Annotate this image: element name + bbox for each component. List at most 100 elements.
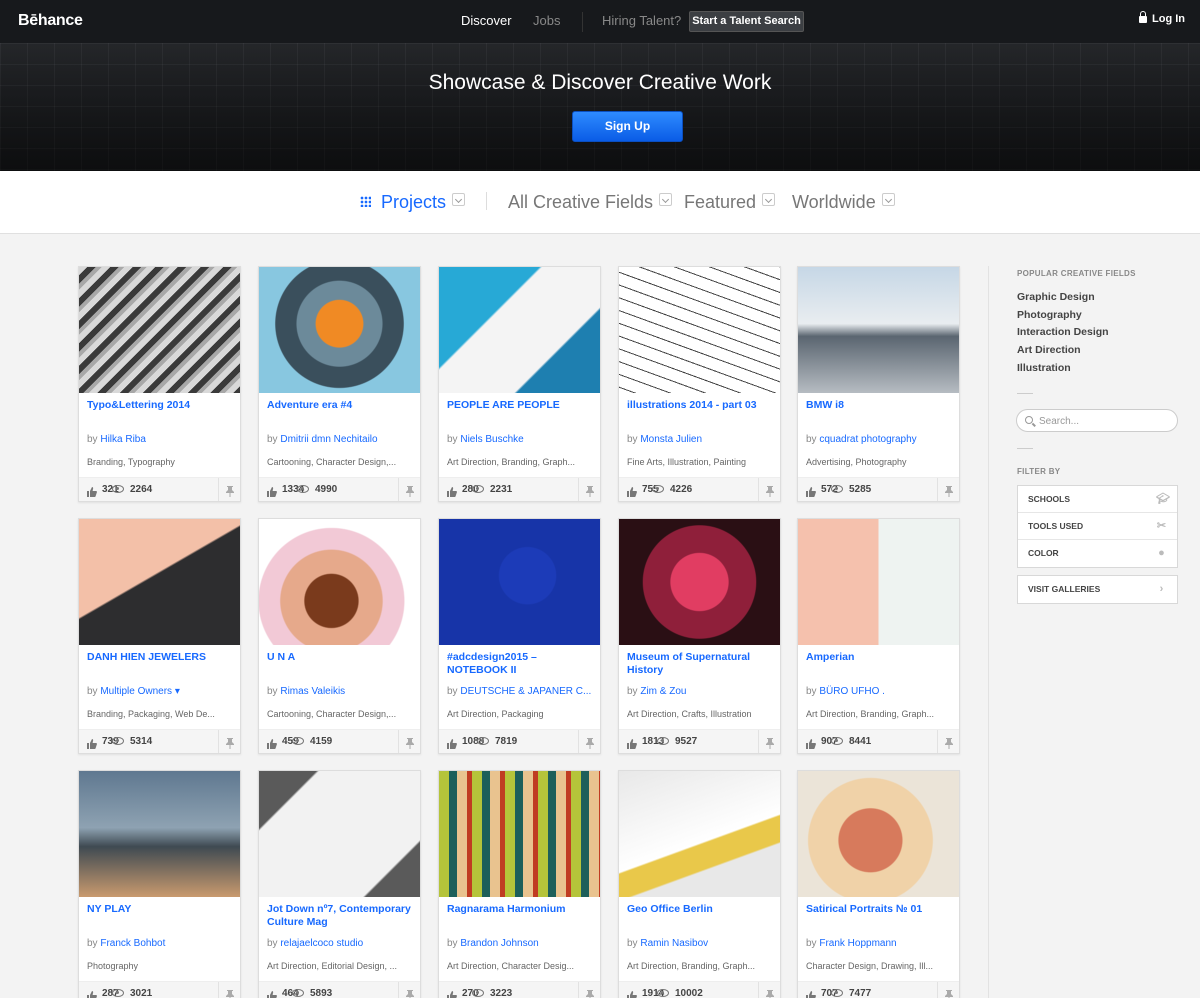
project-card[interactable]: DANH HIEN JEWELERS by Multiple Owners ▾ Br… xyxy=(78,518,241,754)
project-card[interactable]: Museum of Supernatural History by Zim & Z… xyxy=(618,518,781,754)
owner-link[interactable]: Rimas Valeikis xyxy=(280,686,345,697)
project-thumbnail[interactable] xyxy=(439,771,600,897)
add-to-collection-button[interactable] xyxy=(578,478,600,501)
view-count: 4159 xyxy=(310,736,333,747)
project-title[interactable]: DANH HIEN JEWELERS xyxy=(87,651,233,664)
project-thumbnail[interactable] xyxy=(79,771,240,897)
owner-link[interactable]: Hilka Riba xyxy=(100,434,146,445)
project-thumbnail[interactable] xyxy=(798,267,959,393)
filter-tools-used[interactable]: TOOLS USED ✂ xyxy=(1018,513,1177,540)
owner-link[interactable]: Dmitrii dmn Nechitailo xyxy=(280,434,377,445)
project-title[interactable]: U N A xyxy=(267,651,413,664)
project-title[interactable]: BMW i8 xyxy=(806,399,952,412)
owner-link[interactable]: cquadrat photography xyxy=(819,434,916,445)
project-card[interactable]: U N A by Rimas Valeikis Cartooning, Charac… xyxy=(258,518,421,754)
filter-featured[interactable]: Featured xyxy=(684,192,776,213)
sidebar-item-graphic-design[interactable]: Graphic Design xyxy=(1017,291,1095,303)
project-card[interactable]: illustrations 2014 - part 03 by Monsta Ju… xyxy=(618,266,781,502)
owner-link[interactable]: Zim & Zou xyxy=(640,686,686,697)
sidebar-search[interactable] xyxy=(1016,409,1178,432)
project-title[interactable]: Satirical Portraits № 01 xyxy=(806,903,952,916)
pin-icon xyxy=(226,736,234,749)
project-thumbnail[interactable] xyxy=(259,519,420,645)
add-to-collection-button[interactable] xyxy=(758,478,780,501)
project-thumbnail[interactable] xyxy=(619,771,780,897)
project-title[interactable]: Adventure era #4 xyxy=(267,399,413,412)
project-thumbnail[interactable] xyxy=(619,519,780,645)
project-card[interactable]: Amperian by BÜRO UFHO . Art Direction, Bra… xyxy=(797,518,960,754)
add-to-collection-button[interactable] xyxy=(758,982,780,998)
project-thumbnail[interactable] xyxy=(259,771,420,897)
add-to-collection-button[interactable] xyxy=(937,730,959,753)
project-title[interactable]: Jot Down nº7, Contemporary Culture Mag xyxy=(267,903,413,929)
owner-link[interactable]: Franck Bohbot xyxy=(100,938,165,949)
add-to-collection-button[interactable] xyxy=(398,478,420,501)
signup-button[interactable]: Sign Up xyxy=(572,111,683,142)
project-card[interactable]: BMW i8 by cquadrat photography Advertising… xyxy=(797,266,960,502)
add-to-collection-button[interactable] xyxy=(758,730,780,753)
chevron-down-icon[interactable]: ▾ xyxy=(172,686,180,697)
project-title[interactable]: illustrations 2014 - part 03 xyxy=(627,399,773,412)
behance-logo[interactable]: Bēhance xyxy=(18,12,83,30)
project-thumbnail[interactable] xyxy=(439,267,600,393)
project-title[interactable]: Geo Office Berlin xyxy=(627,903,773,916)
pin-icon xyxy=(945,988,953,998)
visit-galleries-button[interactable]: VISIT GALLERIES › xyxy=(1018,576,1177,603)
owner-link[interactable]: relajaelcoco studio xyxy=(280,938,363,949)
owner-link[interactable]: Brandon Johnson xyxy=(460,938,538,949)
add-to-collection-button[interactable] xyxy=(578,730,600,753)
add-to-collection-button[interactable] xyxy=(578,982,600,998)
project-title[interactable]: Amperian xyxy=(806,651,952,664)
sidebar-item-illustration[interactable]: Illustration xyxy=(1017,362,1071,374)
filter-location[interactable]: Worldwide xyxy=(792,192,895,213)
project-card[interactable]: Typo&Lettering 2014 by Hilka Riba Branding… xyxy=(78,266,241,502)
sidebar-item-interaction-design[interactable]: Interaction Design xyxy=(1017,326,1109,338)
owner-link[interactable]: Ramin Nasibov xyxy=(640,938,708,949)
owner-link[interactable]: Niels Buschke xyxy=(460,434,523,445)
sidebar-item-art-direction[interactable]: Art Direction xyxy=(1017,344,1081,356)
filter-schools[interactable]: SCHOOLS 🎓︎ xyxy=(1018,486,1177,513)
owner-link[interactable]: DEUTSCHE & JAPANER C... xyxy=(460,686,591,697)
project-title[interactable]: Typo&Lettering 2014 xyxy=(87,399,233,412)
filter-creative-fields[interactable]: All Creative Fields xyxy=(508,192,673,213)
project-card[interactable]: PEOPLE ARE PEOPLE by Niels Buschke Art Dir… xyxy=(438,266,601,502)
filter-color[interactable]: COLOR ● xyxy=(1018,540,1177,567)
add-to-collection-button[interactable] xyxy=(218,730,240,753)
nav-jobs[interactable]: Jobs xyxy=(533,13,560,28)
add-to-collection-button[interactable] xyxy=(937,982,959,998)
owner-link[interactable]: Multiple Owners xyxy=(100,686,172,697)
project-title[interactable]: NY PLAY xyxy=(87,903,233,916)
talent-search-button[interactable]: Start a Talent Search xyxy=(689,11,804,32)
add-to-collection-button[interactable] xyxy=(218,982,240,998)
project-thumbnail[interactable] xyxy=(79,267,240,393)
owner-link[interactable]: BÜRO UFHO . xyxy=(819,686,885,697)
project-thumbnail[interactable] xyxy=(79,519,240,645)
project-card[interactable]: #adcdesign2015 – NOTEBOOK II by DEUTSCHE … xyxy=(438,518,601,754)
project-thumbnail[interactable] xyxy=(259,267,420,393)
project-thumbnail[interactable] xyxy=(798,519,959,645)
project-title[interactable]: PEOPLE ARE PEOPLE xyxy=(447,399,593,412)
project-title[interactable]: Museum of Supernatural History xyxy=(627,651,773,677)
add-to-collection-button[interactable] xyxy=(218,478,240,501)
sidebar-item-photography[interactable]: Photography xyxy=(1017,309,1082,321)
project-thumbnail[interactable] xyxy=(439,519,600,645)
project-card[interactable]: Adventure era #4 by Dmitrii dmn Nechitail… xyxy=(258,266,421,502)
search-input[interactable] xyxy=(1039,413,1169,429)
owner-link[interactable]: Monsta Julien xyxy=(640,434,702,445)
project-thumbnail[interactable] xyxy=(619,267,780,393)
project-title[interactable]: #adcdesign2015 – NOTEBOOK II xyxy=(447,651,593,677)
add-to-collection-button[interactable] xyxy=(398,730,420,753)
add-to-collection-button[interactable] xyxy=(937,478,959,501)
project-card[interactable]: Jot Down nº7, Contemporary Culture Mag by… xyxy=(258,770,421,998)
project-card[interactable]: Ragnarama Harmonium by Brandon Johnson Art… xyxy=(438,770,601,998)
login-link[interactable]: Log In xyxy=(1139,11,1185,25)
project-card[interactable]: NY PLAY by Franck Bohbot Photography 287 302… xyxy=(78,770,241,998)
filter-projects[interactable]: Projects xyxy=(360,192,466,213)
add-to-collection-button[interactable] xyxy=(398,982,420,998)
project-title[interactable]: Ragnarama Harmonium xyxy=(447,903,593,916)
nav-discover[interactable]: Discover xyxy=(461,13,512,28)
project-card[interactable]: Geo Office Berlin by Ramin Nasibov Art Dir… xyxy=(618,770,781,998)
owner-link[interactable]: Frank Hoppmann xyxy=(819,938,896,949)
project-card[interactable]: Satirical Portraits № 01 by Frank Hoppman… xyxy=(797,770,960,998)
project-thumbnail[interactable] xyxy=(798,771,959,897)
